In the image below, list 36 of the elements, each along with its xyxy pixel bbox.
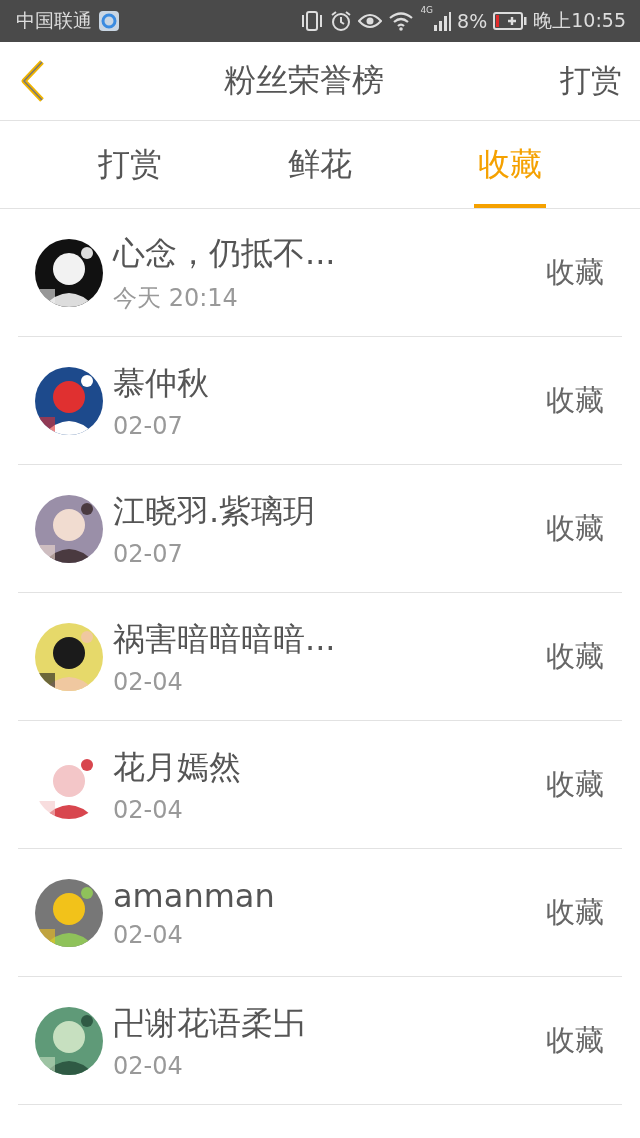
reward-button[interactable]: 打赏 <box>560 60 622 102</box>
vibrate-icon <box>300 10 325 32</box>
favorite-label: 收藏 <box>546 509 604 547</box>
signal-icon <box>433 11 452 31</box>
network-type: 4G <box>420 5 434 15</box>
favorite-label: 收藏 <box>546 637 604 675</box>
fan-name: 祸害暗暗暗暗... <box>113 618 337 660</box>
favorite-label: 收藏 <box>546 381 604 419</box>
page-title: 粉丝荣誉榜 <box>223 60 385 101</box>
favorite-label: 收藏 <box>546 253 604 291</box>
eye-icon <box>358 12 383 30</box>
favorite-label: 收藏 <box>546 765 604 803</box>
carrier-name: 中国联通 <box>16 8 92 33</box>
clock-time: 晚上10:55 <box>533 8 626 33</box>
tab[interactable]: 鲜花 <box>284 121 356 208</box>
fan-name: 花月嫣然 <box>113 746 242 788</box>
battery-icon <box>493 12 528 30</box>
fan-name: 心念，仍抵不... <box>113 232 337 274</box>
favorite-time: 02-04 <box>113 920 184 949</box>
app-icon <box>98 10 120 32</box>
favorite-time: 02-04 <box>113 667 184 696</box>
favorite-time: 02-04 <box>113 1051 184 1080</box>
battery-percent: 8% <box>457 10 488 32</box>
fan-name: amanman <box>113 876 276 915</box>
fan-name: 江晓羽.紫璃玥 <box>113 490 317 532</box>
wifi-icon <box>388 11 415 31</box>
favorite-time: 今天 20:14 <box>113 282 239 314</box>
alarm-icon <box>330 10 353 32</box>
tab[interactable]: 打赏 <box>94 121 166 208</box>
favorite-time: 02-07 <box>113 411 184 440</box>
favorite-time: 02-07 <box>113 539 184 568</box>
fan-name: 卍谢花语柔卐 <box>113 1002 306 1044</box>
fan-name: 慕仲秋 <box>113 362 210 404</box>
favorite-time: 02-04 <box>113 795 184 824</box>
favorite-label: 收藏 <box>546 1021 604 1059</box>
favorite-label: 收藏 <box>546 893 604 931</box>
